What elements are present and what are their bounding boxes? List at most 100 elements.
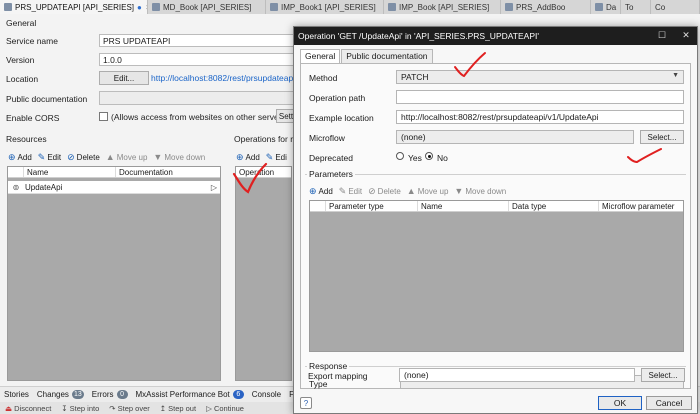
resources-grid: Name Documentation ⊚ UpdateApi ▷ bbox=[7, 166, 221, 381]
operations-toolbar: ⊕ Add ✎ Edi bbox=[236, 151, 293, 163]
button-label: Step over bbox=[117, 403, 150, 413]
column-header-documentation: Documentation bbox=[119, 168, 173, 177]
mapping-icon bbox=[152, 3, 160, 11]
deprecated-no-label: No bbox=[437, 153, 448, 163]
service-name-field[interactable]: PRS UPDATEAPI bbox=[99, 34, 299, 47]
public-documentation-field[interactable] bbox=[99, 91, 299, 105]
step-out-icon: ↥ bbox=[159, 403, 169, 413]
ok-button[interactable]: OK bbox=[598, 396, 642, 410]
operations-title: Operations for re bbox=[234, 134, 298, 144]
tab-imp-book[interactable]: IMP_Book [API_SERIES] bbox=[384, 0, 501, 14]
add-parameter-button[interactable]: ⊕ Add bbox=[309, 186, 333, 197]
errors-tab[interactable]: Errors 0 bbox=[88, 390, 132, 399]
close-icon[interactable]: ✕ bbox=[679, 30, 693, 41]
tab-da[interactable]: Da bbox=[591, 0, 621, 14]
document-icon bbox=[595, 3, 603, 11]
mxassist-tab[interactable]: MxAssist Performance Bot 6 bbox=[132, 390, 248, 399]
pencil-icon: ✎ bbox=[37, 151, 46, 162]
dialog-title: Operation 'GET /UpdateApi' in 'API_SERIE… bbox=[298, 31, 539, 41]
method-select[interactable]: PATCH ▼ bbox=[396, 70, 684, 84]
column-header-parameter-type: Parameter type bbox=[326, 201, 418, 211]
tab-prs-addbook[interactable]: PRS_AddBoo bbox=[501, 0, 591, 14]
column-header-name: Name bbox=[418, 201, 509, 211]
unsaved-indicator: ● bbox=[137, 2, 142, 12]
move-down-resource-button[interactable]: ▼ Move down bbox=[153, 152, 205, 162]
stories-tab[interactable]: Stories bbox=[0, 390, 33, 399]
parameters-grid: Parameter type Name Data type Microflow … bbox=[309, 200, 684, 352]
edit-location-button[interactable]: Edit... bbox=[99, 71, 149, 85]
deprecated-yes-label: Yes bbox=[408, 153, 422, 163]
step-into-button[interactable]: ↧ Step into bbox=[56, 404, 104, 413]
mxassist-count-badge: 6 bbox=[232, 390, 244, 399]
changes-tab[interactable]: Changes 13 bbox=[33, 390, 88, 399]
console-tab[interactable]: Console bbox=[248, 390, 285, 399]
button-label: Step into bbox=[69, 403, 100, 413]
document-tab-strip: PRS_UPDATEAPI [API_SERIES] ● × MD_Book [… bbox=[0, 0, 700, 14]
move-up-parameter-button[interactable]: ▲ Move up bbox=[407, 186, 449, 196]
example-location-field[interactable]: http://localhost:8082/rest/prsupdateapi/… bbox=[396, 110, 684, 124]
button-label: Disconnect bbox=[14, 403, 52, 413]
grid-header-spacer bbox=[310, 201, 326, 211]
window-controls: ☐ ✕ bbox=[645, 30, 693, 41]
tab-public-documentation[interactable]: Public documentation bbox=[341, 49, 433, 63]
select-export-mapping-button[interactable]: Select... bbox=[641, 368, 685, 382]
button-label: Move down bbox=[164, 152, 206, 162]
location-url-link[interactable]: http://localhost:8082/rest/prsupdateapi/… bbox=[151, 73, 293, 83]
tab-prs-updateapi[interactable]: PRS_UPDATEAPI [API_SERIES] ● × bbox=[0, 0, 148, 14]
rest-service-icon bbox=[4, 3, 12, 11]
tab-general[interactable]: General bbox=[300, 49, 341, 63]
add-resource-button[interactable]: ⊕ Add bbox=[8, 152, 32, 163]
delete-resource-button[interactable]: ⊘ Delete bbox=[67, 152, 100, 163]
edit-parameter-button[interactable]: ✎ Edit bbox=[339, 186, 362, 197]
tab-to[interactable]: To bbox=[621, 0, 651, 14]
tab-label: PRS_UPDATEAPI [API_SERIES] bbox=[15, 2, 135, 12]
general-tab-panel: Method PATCH ▼ Operation path Example lo… bbox=[300, 63, 691, 389]
maximize-icon[interactable]: ☐ bbox=[655, 30, 669, 41]
step-over-button[interactable]: ↷ Step over bbox=[104, 404, 154, 413]
plus-circle-icon: ⊕ bbox=[236, 151, 244, 162]
edit-operation-button[interactable]: ✎ Edi bbox=[266, 152, 287, 163]
select-microflow-button[interactable]: Select... bbox=[640, 130, 684, 144]
add-operation-button[interactable]: ⊕ Add bbox=[236, 152, 260, 163]
deprecated-yes-radio[interactable] bbox=[396, 152, 404, 160]
triangle-down-icon: ▼ bbox=[153, 152, 163, 162]
response-divider bbox=[305, 366, 686, 367]
operation-path-input[interactable] bbox=[396, 90, 684, 104]
help-icon[interactable]: ? bbox=[300, 397, 312, 409]
button-label: Delete bbox=[377, 186, 401, 196]
continue-icon: ▷ bbox=[206, 403, 214, 413]
edit-resource-button[interactable]: ✎ Edit bbox=[38, 152, 61, 163]
cancel-button[interactable]: Cancel bbox=[646, 396, 692, 410]
enable-cors-checkbox[interactable] bbox=[99, 112, 108, 121]
resources-toolbar: ⊕ Add ✎ Edit ⊘ Delete ▲ Move up ▼ Move down bbox=[8, 151, 211, 163]
tab-co[interactable]: Co bbox=[651, 0, 700, 14]
column-header-microflow-parameter: Microflow parameter bbox=[602, 202, 675, 211]
deprecated-no-radio[interactable] bbox=[425, 152, 433, 160]
move-down-parameter-button[interactable]: ▼ Move down bbox=[454, 186, 506, 196]
table-row[interactable]: ⊚ UpdateApi ▷ bbox=[8, 181, 220, 194]
play-icon[interactable]: ▷ bbox=[208, 181, 220, 193]
version-field[interactable]: 1.0.0 bbox=[99, 53, 299, 66]
parameters-toolbar: ⊕ Add ✎ Edit ⊘ Delete ▲ Move up ▼ Move down bbox=[309, 185, 512, 197]
operation-path-label: Operation path bbox=[309, 93, 366, 103]
microflow-field[interactable]: (none) bbox=[396, 130, 634, 144]
resources-grid-header: Name Documentation bbox=[8, 167, 220, 178]
tab-label: Da bbox=[606, 2, 617, 12]
tab-imp-book1[interactable]: IMP_Book1 [API_SERIES] bbox=[266, 0, 384, 14]
step-out-button[interactable]: ↥ Step out bbox=[155, 404, 201, 413]
dialog-tabs: General Public documentation bbox=[300, 49, 434, 63]
parameters-grid-header: Parameter type Name Data type Microflow … bbox=[310, 201, 683, 212]
continue-button[interactable]: ▷ Continue bbox=[201, 404, 249, 413]
tab-label: Co bbox=[655, 2, 666, 12]
tab-md-book[interactable]: MD_Book [API_SERIES] bbox=[148, 0, 266, 14]
move-up-resource-button[interactable]: ▲ Move up bbox=[106, 152, 148, 162]
disconnect-button[interactable]: ⏏ Disconnect bbox=[0, 404, 56, 413]
resource-icon: ⊚ bbox=[12, 183, 20, 192]
general-section-title: General bbox=[6, 18, 37, 28]
tab-label: PRS_AddBoo bbox=[516, 2, 566, 12]
grid-header-spacer bbox=[8, 167, 24, 177]
operation-dialog: Operation 'GET /UpdateApi' in 'API_SERIE… bbox=[293, 26, 698, 414]
mapping-icon bbox=[388, 3, 396, 11]
export-mapping-field[interactable]: (none) bbox=[399, 368, 635, 382]
delete-parameter-button[interactable]: ⊘ Delete bbox=[368, 186, 401, 197]
